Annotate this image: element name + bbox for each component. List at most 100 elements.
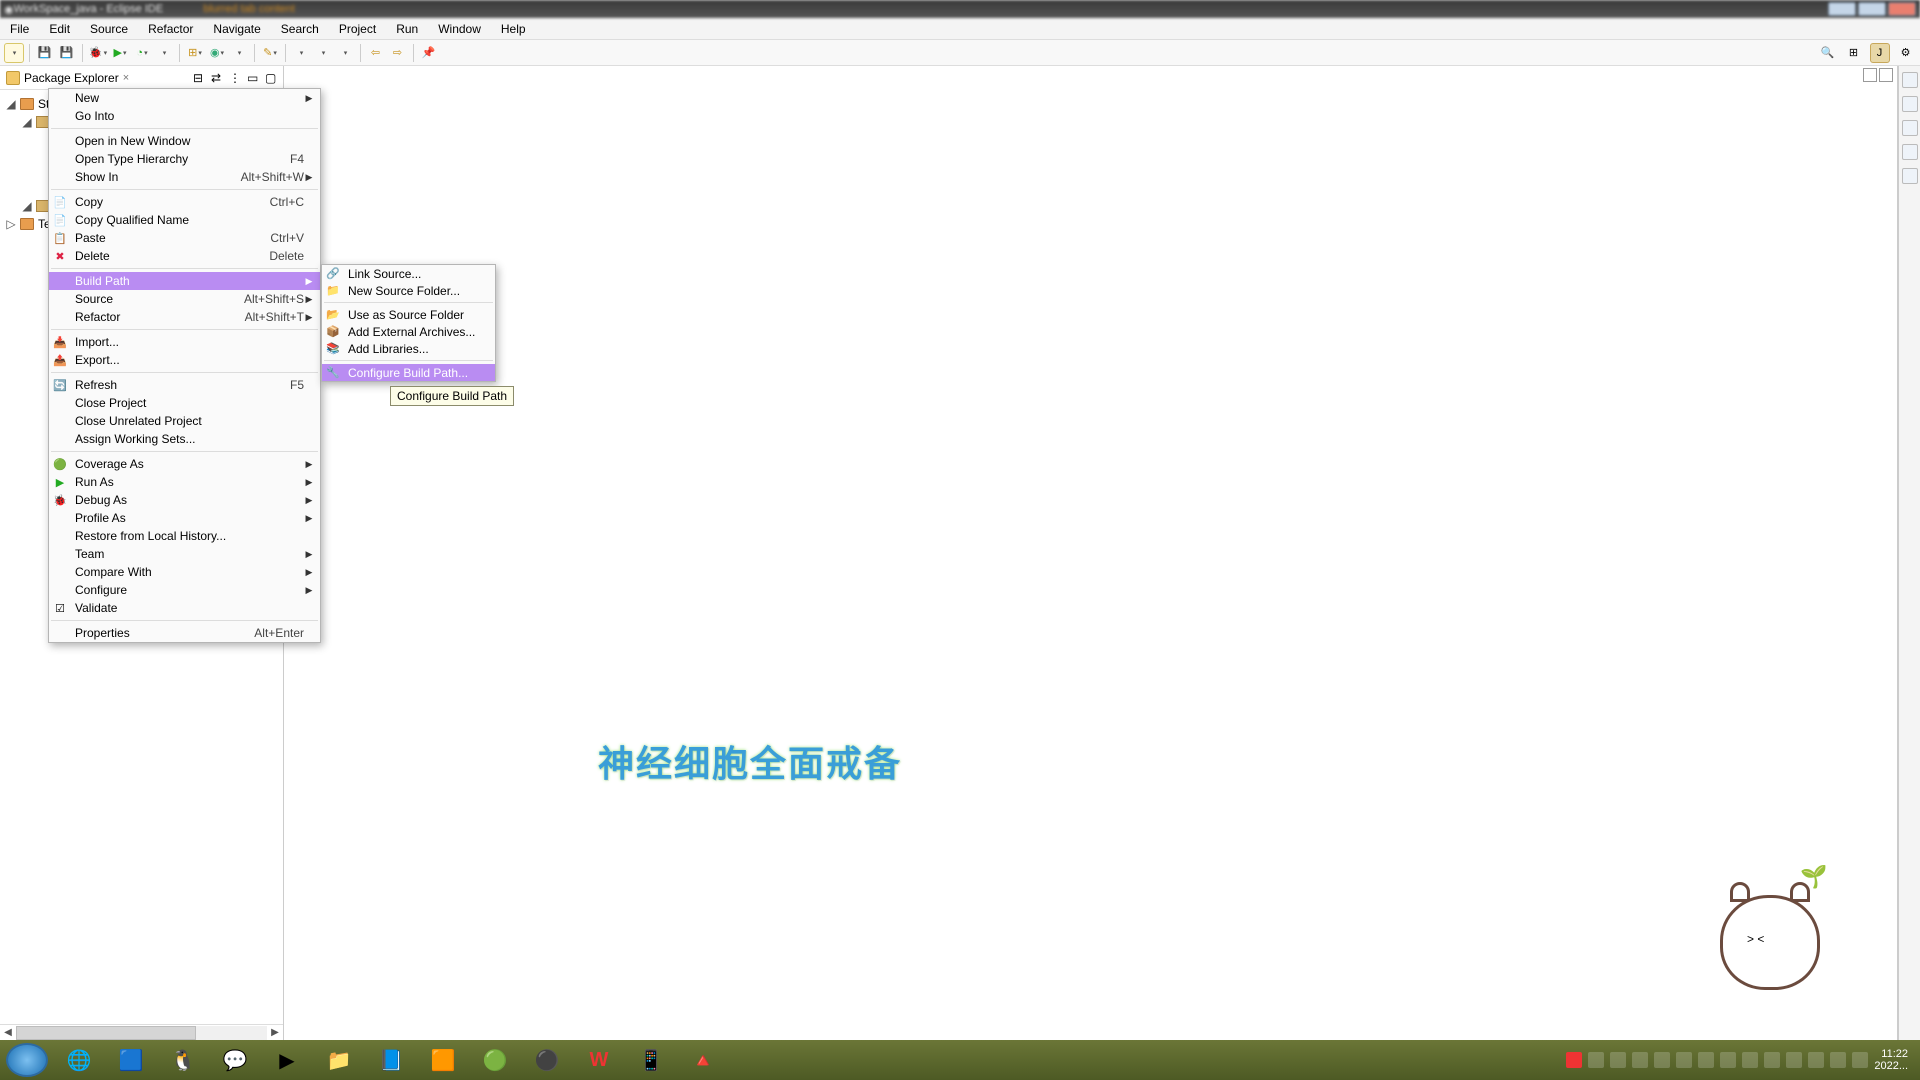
menu-item-copy[interactable]: 📄CopyCtrl+C (49, 193, 320, 211)
scroll-thumb[interactable] (16, 1026, 196, 1040)
link-editor-icon[interactable]: ⇄ (211, 71, 225, 85)
view-menu-icon[interactable]: ⋮ (229, 71, 243, 85)
expand-icon[interactable]: ▷ (6, 215, 16, 233)
expand-icon[interactable]: ◢ (22, 113, 32, 131)
chrome-icon[interactable]: 🌐 (58, 1043, 100, 1077)
perspective-button[interactable]: ⊞ (1844, 43, 1864, 63)
menu-file[interactable]: File (0, 20, 39, 38)
menu-item-assign-working-sets[interactable]: Assign Working Sets... (49, 430, 320, 448)
expand-icon[interactable]: ◢ (6, 95, 16, 113)
scroll-track[interactable] (16, 1026, 267, 1040)
maximize-button[interactable] (1858, 2, 1886, 16)
menu-item-profile-as[interactable]: Profile As▶ (49, 509, 320, 527)
new-class-button[interactable]: ◉ (207, 43, 227, 63)
system-tray[interactable]: 11:222022... (1566, 1048, 1914, 1072)
menu-refactor[interactable]: Refactor (138, 20, 203, 38)
wps-icon[interactable]: W (578, 1043, 620, 1077)
scroll-left-icon[interactable]: ◀ (0, 1027, 16, 1038)
search-button[interactable]: ✎ (260, 43, 280, 63)
app-icon[interactable]: 🟢 (474, 1043, 516, 1077)
close-button[interactable] (1888, 2, 1916, 16)
menu-item-delete[interactable]: ✖DeleteDelete (49, 247, 320, 265)
maximize-view-icon[interactable]: ▢ (265, 71, 279, 85)
tray-icon[interactable] (1764, 1052, 1780, 1068)
qq-icon[interactable]: 🐧 (162, 1043, 204, 1077)
tray-icon[interactable] (1588, 1052, 1604, 1068)
volume-icon[interactable] (1852, 1052, 1868, 1068)
menu-item-run-as[interactable]: ▶Run As▶ (49, 473, 320, 491)
menu-item-copy-qualified-name[interactable]: 📄Copy Qualified Name (49, 211, 320, 229)
menu-project[interactable]: Project (329, 20, 386, 38)
collapse-all-icon[interactable]: ⊟ (193, 71, 207, 85)
tool-button[interactable] (335, 43, 355, 63)
minimize-view-icon[interactable]: ▭ (247, 71, 261, 85)
minimize-button[interactable] (1828, 2, 1856, 16)
tray-icon[interactable] (1566, 1052, 1582, 1068)
menu-item-show-in[interactable]: Show InAlt+Shift+W▶ (49, 168, 320, 186)
maximize-editor-icon[interactable] (1879, 68, 1893, 82)
menu-item-refactor[interactable]: RefactorAlt+Shift+T▶ (49, 308, 320, 326)
submenu-item-add-external-archives[interactable]: 📦Add External Archives... (322, 323, 495, 340)
view-icon[interactable] (1902, 120, 1918, 136)
menu-item-build-path[interactable]: Build Path▶ (49, 272, 320, 290)
submenu-item-configure-build-path[interactable]: 🔧Configure Build Path... (322, 364, 495, 381)
coverage-button[interactable]: ◔ (132, 43, 152, 63)
expand-icon[interactable]: ◢ (22, 197, 32, 215)
menu-item-team[interactable]: Team▶ (49, 545, 320, 563)
close-tab-icon[interactable]: × (123, 72, 129, 84)
tray-icon[interactable] (1698, 1052, 1714, 1068)
menu-item-properties[interactable]: PropertiesAlt+Enter (49, 624, 320, 642)
tray-icon[interactable] (1676, 1052, 1692, 1068)
save-button[interactable]: 💾 (35, 43, 55, 63)
menu-item-go-into[interactable]: Go Into (49, 107, 320, 125)
tray-icon[interactable] (1786, 1052, 1802, 1068)
task-list-icon[interactable] (1902, 96, 1918, 112)
context-menu[interactable]: New▶Go IntoOpen in New WindowOpen Type H… (48, 88, 321, 643)
windows-taskbar[interactable]: 🌐 🟦 🐧 💬 ▶ 📁 📘 🟧 🟢 ⚫ W 📱 🔺 11:222022... (0, 1040, 1920, 1080)
save-all-button[interactable]: 💾 (57, 43, 77, 63)
edge-icon[interactable]: 🟦 (110, 1043, 152, 1077)
tool-button[interactable] (291, 43, 311, 63)
menu-item-close-unrelated-project[interactable]: Close Unrelated Project (49, 412, 320, 430)
menu-item-close-project[interactable]: Close Project (49, 394, 320, 412)
app-icon[interactable]: 📱 (630, 1043, 672, 1077)
new-button[interactable] (4, 43, 24, 63)
submenu-item-new-source-folder[interactable]: 📁New Source Folder... (322, 282, 495, 299)
menu-item-export[interactable]: 📤Export... (49, 351, 320, 369)
run-button[interactable]: ▶ (110, 43, 130, 63)
package-explorer-tab[interactable]: Package Explorer × ⊟ ⇄ ⋮ ▭ ▢ (0, 66, 283, 90)
tray-icon[interactable] (1742, 1052, 1758, 1068)
menu-item-debug-as[interactable]: 🐞Debug As▶ (49, 491, 320, 509)
outline-view-icon[interactable] (1902, 72, 1918, 88)
new-package-button[interactable]: ⊞ (185, 43, 205, 63)
menu-item-paste[interactable]: 📋PasteCtrl+V (49, 229, 320, 247)
scroll-right-icon[interactable]: ▶ (267, 1027, 283, 1038)
menu-item-open-type-hierarchy[interactable]: Open Type HierarchyF4 (49, 150, 320, 168)
tray-icon[interactable] (1808, 1052, 1824, 1068)
debug-button[interactable]: 🐞 (88, 43, 108, 63)
menu-navigate[interactable]: Navigate (203, 20, 270, 38)
tray-icon[interactable] (1830, 1052, 1846, 1068)
view-icon[interactable] (1902, 144, 1918, 160)
horizontal-scrollbar[interactable]: ◀ ▶ (0, 1024, 283, 1040)
menu-item-import[interactable]: 📥Import... (49, 333, 320, 351)
java-perspective-button[interactable]: J (1870, 43, 1890, 63)
search-icon[interactable]: 🔍 (1818, 43, 1838, 63)
player-icon[interactable]: ▶ (266, 1043, 308, 1077)
build-path-submenu[interactable]: 🔗Link Source...📁New Source Folder...📂Use… (321, 264, 496, 382)
menu-item-source[interactable]: SourceAlt+Shift+S▶ (49, 290, 320, 308)
view-icon[interactable] (1902, 168, 1918, 184)
app-icon[interactable]: 🟧 (422, 1043, 464, 1077)
debug-perspective-button[interactable]: ⚙ (1896, 43, 1916, 63)
minimize-editor-icon[interactable] (1863, 68, 1877, 82)
menu-item-new[interactable]: New▶ (49, 89, 320, 107)
back-button[interactable]: ⇦ (366, 43, 386, 63)
explorer-icon[interactable]: 📁 (318, 1043, 360, 1077)
app-icon[interactable]: 🔺 (682, 1043, 724, 1077)
tool-button[interactable] (313, 43, 333, 63)
eclipse-taskbar-icon[interactable]: ⚫ (526, 1043, 568, 1077)
menu-source[interactable]: Source (80, 20, 138, 38)
menu-item-coverage-as[interactable]: 🟢Coverage As▶ (49, 455, 320, 473)
taskbar-clock[interactable]: 11:222022... (1874, 1048, 1914, 1072)
menu-edit[interactable]: Edit (39, 20, 80, 38)
